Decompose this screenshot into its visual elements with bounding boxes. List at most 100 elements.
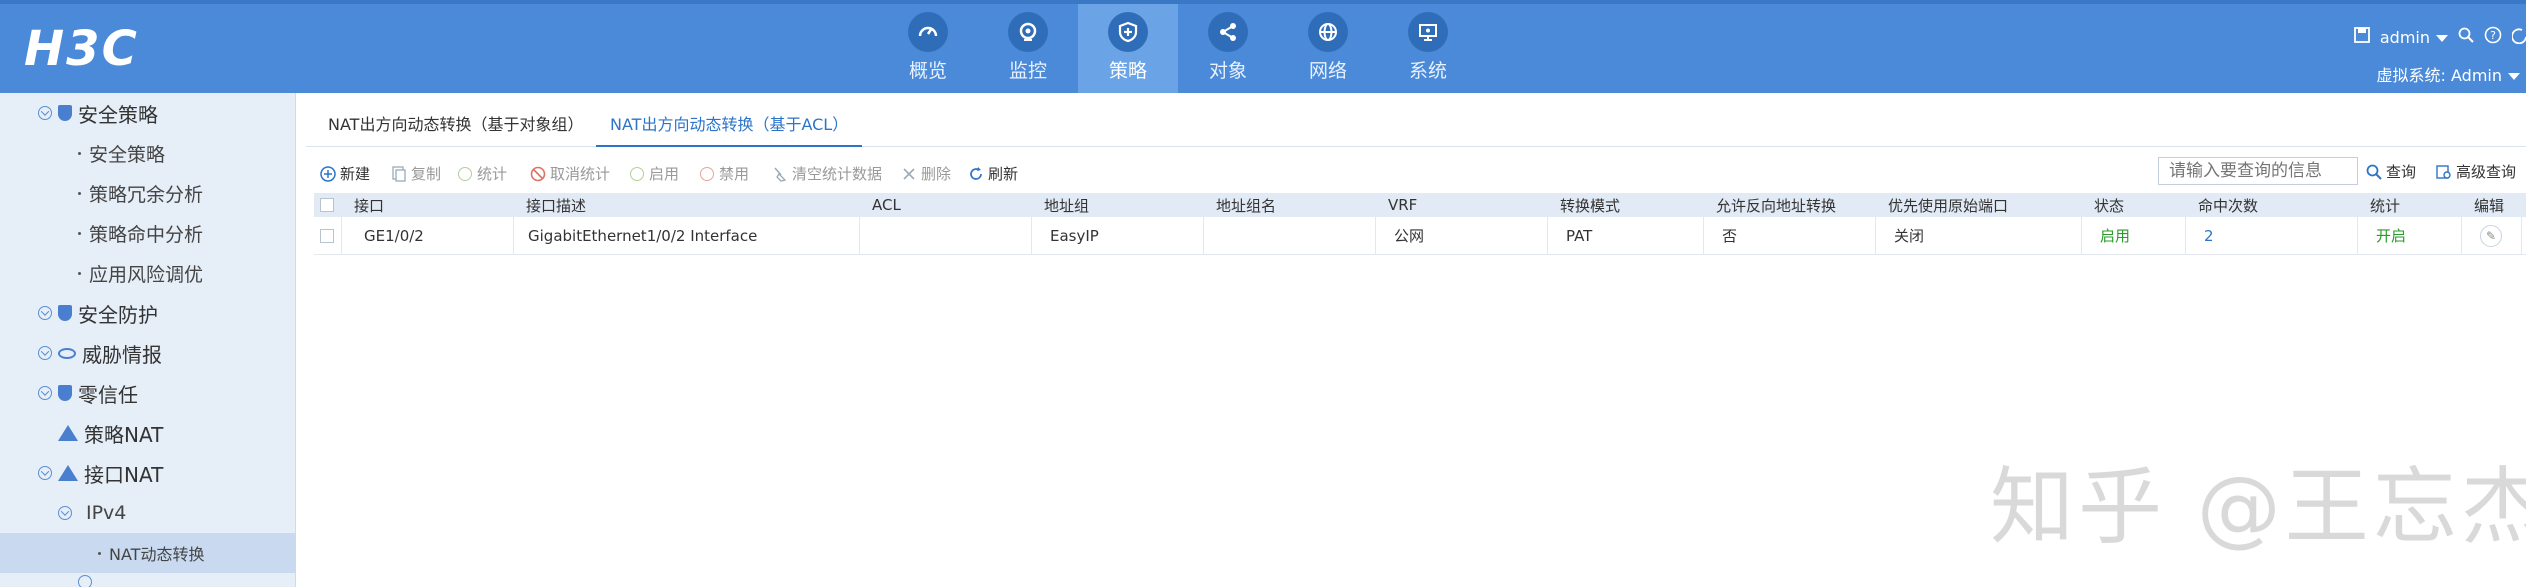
- disable-button[interactable]: 禁用: [700, 163, 749, 184]
- select-all-checkbox[interactable]: [314, 193, 342, 217]
- sidebar-item-zero-trust[interactable]: 零信任: [0, 373, 296, 413]
- cell-address-group: EasyIP: [1032, 217, 1204, 254]
- user-menu[interactable]: admin: [2380, 28, 2448, 47]
- advanced-search-label: 高级查询: [2456, 163, 2517, 181]
- bullet-icon: [78, 151, 81, 155]
- advanced-search-button[interactable]: 高级查询: [2436, 161, 2516, 182]
- vsys-selector[interactable]: 虚拟系统: Admin: [2377, 62, 2520, 86]
- sidebar-item-protection[interactable]: 安全防护: [0, 293, 296, 333]
- sidebar-item-security-policy[interactable]: 安全策略: [0, 93, 296, 133]
- camera-icon: [1008, 12, 1048, 52]
- cell-stats: 开启: [2358, 217, 2462, 254]
- sidebar-item-ipv4[interactable]: IPv4: [0, 493, 296, 533]
- sidebar-item-label: 安全策略: [78, 102, 158, 127]
- copy-label: 复制: [411, 165, 442, 183]
- col-original-port[interactable]: 优先使用原始端口: [1876, 193, 2082, 217]
- edit-button[interactable]: ✎: [2462, 217, 2522, 254]
- power-icon[interactable]: [2511, 26, 2526, 48]
- sidebar-item-threat-intel[interactable]: 威胁情报: [0, 333, 296, 373]
- sidebar: 安全策略 安全策略 策略冗余分析 策略命中分析 应用风险调优 安全防护 威胁情报…: [0, 93, 296, 587]
- shield-plus-icon: [1108, 12, 1148, 52]
- collapse-icon: [38, 106, 52, 120]
- enable-label: 启用: [649, 165, 680, 183]
- row-checkbox[interactable]: [314, 217, 342, 254]
- delete-button[interactable]: 删除: [902, 163, 951, 184]
- h3c-logo: H3C: [24, 21, 139, 77]
- disable-label: 禁用: [719, 165, 750, 183]
- nav-object-label: 对象: [1208, 60, 1247, 82]
- cancel-icon: [530, 166, 546, 181]
- tab-bar: NAT出方向动态转换（基于对象组） NAT出方向动态转换（基于ACL）: [306, 103, 2526, 147]
- nav-policy-label: 策略: [1108, 60, 1147, 82]
- sidebar-item-redundancy[interactable]: 策略冗余分析: [0, 173, 296, 213]
- copy-button[interactable]: 复制: [392, 163, 441, 184]
- tab-acl[interactable]: NAT出方向动态转换（基于ACL）: [596, 103, 863, 147]
- search-input[interactable]: [2158, 157, 2358, 185]
- advanced-search-icon: [2436, 164, 2451, 179]
- col-acl[interactable]: ACL: [860, 193, 1032, 217]
- collapse-icon: [38, 466, 52, 480]
- nat-icon: [58, 465, 78, 481]
- col-hits[interactable]: 命中次数: [2186, 193, 2358, 217]
- tab-object-group[interactable]: NAT出方向动态转换（基于对象组）: [328, 103, 583, 147]
- stats-button[interactable]: 统计: [458, 163, 507, 184]
- col-address-group-name[interactable]: 地址组名: [1204, 193, 1376, 217]
- sidebar-item-nat-dynamic[interactable]: NAT动态转换: [0, 533, 296, 573]
- sidebar-item-label: 接口NAT: [84, 462, 164, 487]
- minus-circle-icon: [700, 166, 714, 181]
- plus-circle-icon: [320, 165, 336, 182]
- save-icon[interactable]: [2353, 27, 2370, 47]
- col-stats[interactable]: 统计: [2358, 193, 2462, 217]
- nav-policy[interactable]: 策略: [1078, 4, 1178, 93]
- sidebar-item-hit-analysis[interactable]: 策略命中分析: [0, 213, 296, 253]
- refresh-button[interactable]: 刷新: [968, 163, 1018, 184]
- cancel-stats-button[interactable]: 取消统计: [530, 163, 610, 184]
- sidebar-item-app-risk[interactable]: 应用风险调优: [0, 253, 296, 293]
- search-button[interactable]: 查询: [2366, 161, 2416, 182]
- chevron-down-icon: [2436, 34, 2448, 42]
- bullet-icon: [98, 551, 101, 555]
- nav-system[interactable]: 系统: [1378, 4, 1478, 93]
- col-address-group[interactable]: 地址组: [1032, 193, 1204, 217]
- clear-stats-label: 清空统计数据: [792, 165, 883, 183]
- search-icon: [2366, 164, 2382, 180]
- cell-hits[interactable]: 2: [2186, 217, 2358, 254]
- col-edit: 编辑: [2474, 196, 2505, 215]
- col-vrf[interactable]: VRF: [1376, 193, 1548, 217]
- header-tools: admin ?: [2353, 26, 2526, 48]
- user-name: admin: [2379, 27, 2430, 47]
- watermark: 知乎 @王忘杰: [1990, 458, 2526, 556]
- table-row[interactable]: GE1/0/2 GigabitEthernet1/0/2 Interface E…: [314, 217, 2526, 255]
- help-icon[interactable]: ?: [2484, 26, 2502, 48]
- sidebar-item-policy[interactable]: 安全策略: [0, 133, 296, 173]
- table-header: 接口 接口描述 ACL 地址组 地址组名 VRF 转换模式 允许反向地址转换 优…: [314, 193, 2526, 217]
- clear-stats-button[interactable]: 清空统计数据: [772, 163, 882, 184]
- col-status[interactable]: 状态: [2082, 193, 2186, 217]
- sidebar-item-label: NAT动态转换: [109, 545, 205, 564]
- sidebar-item-policy-nat[interactable]: 策略NAT: [0, 413, 296, 453]
- stats-icon: [458, 166, 472, 181]
- enable-button[interactable]: 启用: [630, 163, 679, 184]
- chevron-down-icon: [2508, 73, 2520, 80]
- cell-original-port: 关闭: [1876, 217, 2082, 254]
- sidebar-item-label: 安全策略: [89, 143, 166, 166]
- col-mode[interactable]: 转换模式: [1548, 193, 1704, 217]
- shield-icon: [58, 105, 72, 121]
- nav-object[interactable]: 对象: [1178, 4, 1278, 93]
- expand-icon: [38, 306, 52, 320]
- nav-overview[interactable]: 概览: [878, 4, 978, 93]
- nav-system-label: 系统: [1408, 60, 1447, 82]
- col-description[interactable]: 接口描述: [514, 193, 860, 217]
- new-button[interactable]: 新建: [320, 163, 370, 184]
- nav-monitor[interactable]: 监控: [978, 4, 1078, 93]
- cell-acl: [860, 217, 1032, 254]
- col-interface[interactable]: 接口: [342, 193, 514, 217]
- search-icon[interactable]: [2458, 27, 2474, 47]
- nav-network[interactable]: 网络: [1278, 4, 1378, 93]
- sidebar-item-interface-nat[interactable]: 接口NAT: [0, 453, 296, 493]
- expand-icon: [78, 575, 92, 587]
- col-reverse[interactable]: 允许反向地址转换: [1704, 193, 1876, 217]
- globe-icon: [1308, 12, 1348, 52]
- header-user-area: admin ? 虚拟系统: Admin: [2306, 14, 2526, 86]
- expand-icon: [38, 346, 52, 360]
